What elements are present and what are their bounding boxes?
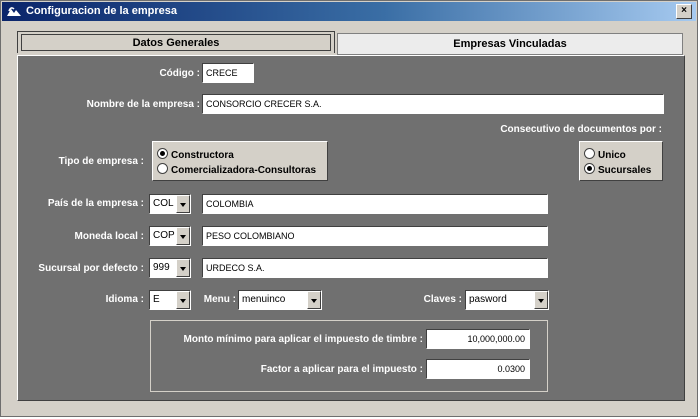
window-title: Configuracion de la empresa [26,5,177,17]
moneda-label: Moneda local : [74,231,144,242]
claves-dropdown[interactable]: pasword [465,290,549,310]
impuesto-timbre-frame: Monto mínimo para aplicar el impuesto de… [150,320,548,392]
consecutivo-group: Unico Sucursales [579,141,663,181]
idioma-label: Idioma : [105,294,144,305]
radio-sucursales[interactable]: Sucursales [584,163,651,176]
datos-generales-panel: Código : CRECE Nombre de la empresa : CO… [17,55,685,401]
factor-field[interactable]: 0.0300 [426,359,530,379]
radio-unselected-icon [157,163,168,174]
close-button[interactable]: × [676,4,692,19]
nombre-label: Nombre de la empresa : [86,99,200,110]
radio-constructora[interactable]: Constructora [157,148,234,161]
chevron-down-icon[interactable] [176,227,190,245]
tab-datos-generales[interactable]: Datos Generales [17,31,335,53]
menu-value: menuinco [242,294,286,305]
menu-dropdown[interactable]: menuinco [238,290,322,310]
codigo-field[interactable]: CRECE [202,63,254,83]
radio-label: Comercializadora-Consultoras [171,165,317,176]
tab-empresas-vinculadas[interactable]: Empresas Vinculadas [337,33,683,55]
codigo-label: Código : [159,68,200,79]
chevron-down-icon[interactable] [534,291,548,309]
tipo-empresa-label: Tipo de empresa : [58,156,144,167]
radio-label: Unico [598,150,626,161]
factor-label: Factor a aplicar para el impuesto : [260,364,423,375]
radio-comercializadora[interactable]: Comercializadora-Consultoras [157,163,316,176]
nombre-field[interactable]: CONSORCIO CRECER S.A. [202,94,664,114]
chevron-down-icon[interactable] [307,291,321,309]
moneda-name-field[interactable]: PESO COLOMBIANO [202,226,548,246]
tab-focus-rect [21,34,331,51]
tipo-empresa-group: Constructora Comercializadora-Consultora… [152,141,328,181]
claves-value: pasword [469,294,507,305]
radio-selected-icon [157,148,168,159]
title-bar[interactable]: Configuracion de la empresa × [2,2,696,21]
monto-field[interactable]: 10,000,000.00 [426,329,530,349]
consecutivo-label: Consecutivo de documentos por : [500,124,662,135]
radio-label: Constructora [171,150,234,161]
pais-code-dropdown[interactable]: COL [149,194,191,214]
sucursal-name-field[interactable]: URDECO S.A. [202,258,548,278]
monto-label: Monto mínimo para aplicar el impuesto de… [183,334,423,345]
moneda-code-dropdown[interactable]: COP [149,226,191,246]
radio-unselected-icon [584,148,595,159]
close-icon: × [681,5,687,16]
chevron-down-icon[interactable] [176,259,190,277]
claves-label: Claves : [423,294,462,305]
pais-label: País de la empresa : [47,198,144,209]
tab-label: Empresas Vinculadas [453,38,567,50]
sucursal-code-value: 999 [153,262,170,273]
chevron-down-icon[interactable] [176,195,190,213]
sucursal-label: Sucursal por defecto : [38,263,144,274]
pais-name-field[interactable]: COLOMBIA [202,194,548,214]
pais-code-value: COL [153,198,174,209]
tab-strip: Datos Generales Empresas Vinculadas [17,31,685,55]
radio-selected-icon [584,163,595,174]
app-icon [7,7,21,16]
moneda-code-value: COP [153,230,175,241]
config-window: Configuracion de la empresa × Datos Gene… [0,0,698,417]
menu-label: Menu : [203,294,236,305]
radio-label: Sucursales [598,165,652,176]
radio-unico[interactable]: Unico [584,148,626,161]
idioma-dropdown[interactable]: E [149,290,191,310]
sucursal-code-dropdown[interactable]: 999 [149,258,191,278]
idioma-value: E [153,294,160,305]
chevron-down-icon[interactable] [176,291,190,309]
